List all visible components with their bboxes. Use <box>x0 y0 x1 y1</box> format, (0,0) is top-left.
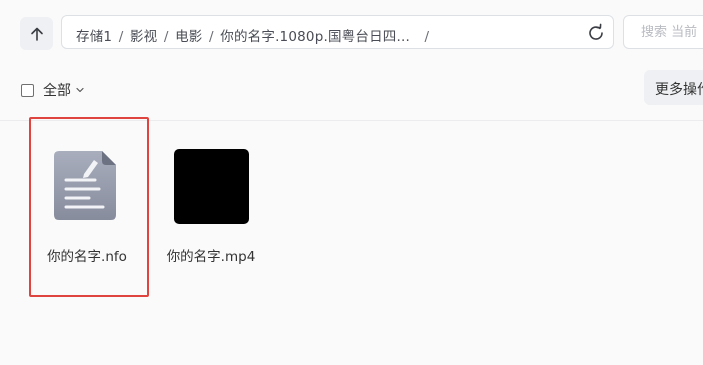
selection-highlight <box>29 117 149 297</box>
select-all-label: 全部 <box>43 83 71 99</box>
refresh-button[interactable] <box>584 21 608 45</box>
breadcrumb-segment[interactable]: 电影 <box>175 29 202 45</box>
arrow-up-icon <box>30 27 43 41</box>
path-bar[interactable]: 存储1 / 影视 / 电影 / 你的名字.1080p.国粤台日四... / <box>61 15 614 49</box>
select-all-checkbox[interactable] <box>21 83 34 97</box>
breadcrumb-segment[interactable]: 你的名字.1080p.国粤台日四... <box>220 29 410 45</box>
breadcrumb: 存储1 / 影视 / 电影 / 你的名字.1080p.国粤台日四... / <box>76 25 431 45</box>
refresh-icon <box>589 23 603 40</box>
more-actions-button[interactable]: 更多操作 <box>644 70 703 105</box>
chevron-down-icon[interactable] <box>75 85 85 95</box>
file-name[interactable]: 你的名字.mp4 <box>151 245 271 265</box>
search-input[interactable] <box>639 24 703 41</box>
breadcrumb-separator: / <box>163 29 169 45</box>
breadcrumb-separator: / <box>118 29 124 45</box>
up-button[interactable] <box>20 17 53 50</box>
breadcrumb-segment[interactable]: 存储1 <box>76 29 112 45</box>
breadcrumb-segment[interactable]: 影视 <box>130 29 157 45</box>
file-browser: 存储1 / 影视 / 电影 / 你的名字.1080p.国粤台日四... / 全部… <box>0 0 703 365</box>
search-box[interactable] <box>623 15 703 49</box>
select-all-control[interactable]: 全部 <box>21 80 85 100</box>
breadcrumb-separator: / <box>209 29 214 45</box>
breadcrumb-trailing-separator: / <box>424 29 430 45</box>
video-thumbnail[interactable] <box>174 149 249 224</box>
